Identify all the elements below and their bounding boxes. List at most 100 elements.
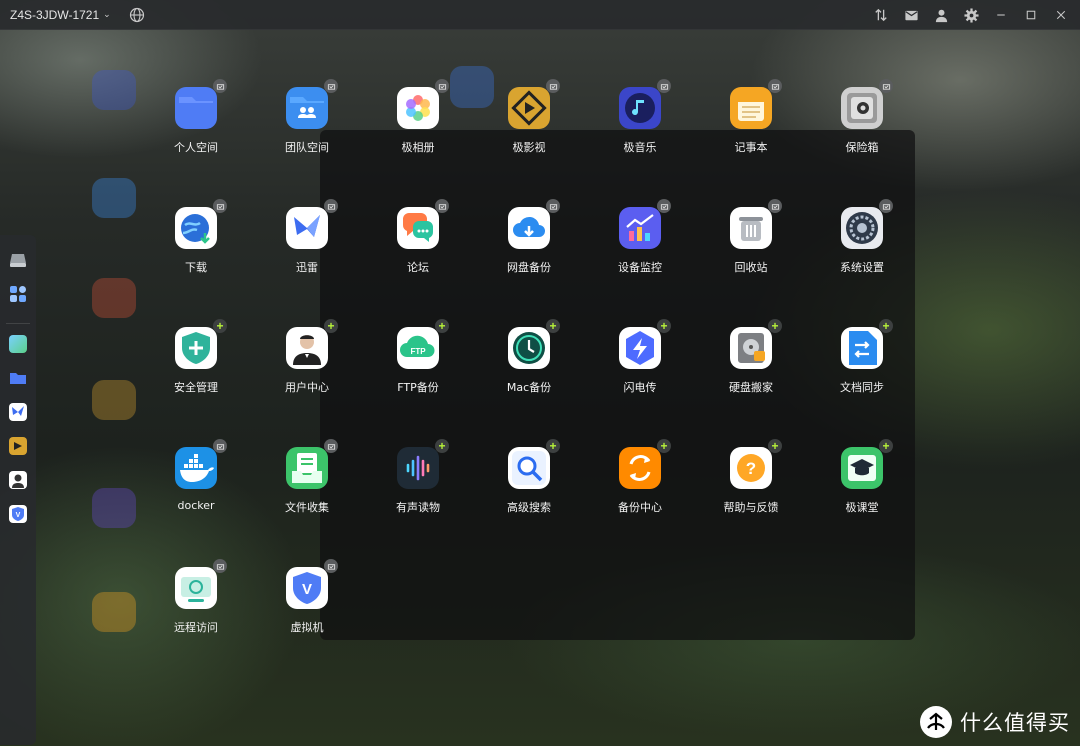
user-icon[interactable]: [932, 6, 950, 24]
installed-badge-icon[interactable]: [879, 79, 893, 93]
installed-badge-icon[interactable]: [879, 199, 893, 213]
add-badge-icon[interactable]: +: [657, 319, 671, 333]
sort-icon[interactable]: [872, 6, 890, 24]
app-label: 闪电传: [623, 381, 657, 394]
photos-icon: [397, 79, 449, 129]
installed-badge-icon[interactable]: [324, 199, 338, 213]
installed-badge-icon[interactable]: [657, 199, 671, 213]
maximize-icon[interactable]: [1022, 6, 1040, 24]
ghost-desktop-icon: [92, 488, 136, 528]
app-tile[interactable]: + 文档同步: [812, 319, 912, 427]
settings-icon[interactable]: [962, 6, 980, 24]
app-tile[interactable]: 极影视: [479, 79, 579, 187]
installed-badge-icon[interactable]: [435, 79, 449, 93]
app-tile[interactable]: + 安全管理: [146, 319, 246, 427]
installed-badge-icon[interactable]: [213, 439, 227, 453]
user-center-icon: +: [286, 319, 338, 369]
add-badge-icon[interactable]: +: [657, 439, 671, 453]
app-tile[interactable]: FTP + FTP备份: [368, 319, 468, 427]
installed-badge-icon[interactable]: [324, 559, 338, 573]
app-label: 论坛: [407, 261, 429, 274]
installed-badge-icon[interactable]: [546, 199, 560, 213]
ghost-desktop-icon: [92, 592, 136, 632]
app-tile[interactable]: 个人空间: [146, 79, 246, 187]
app-tile[interactable]: + 硬盘搬家: [701, 319, 801, 427]
folder-icon[interactable]: [9, 369, 27, 387]
svg-text:V: V: [302, 581, 312, 598]
app-label: 安全管理: [174, 381, 218, 394]
flash-transfer-icon: +: [619, 319, 671, 369]
app-tile[interactable]: 论坛: [368, 199, 468, 307]
add-badge-icon[interactable]: +: [879, 319, 893, 333]
installed-badge-icon[interactable]: [657, 79, 671, 93]
app-tile[interactable]: docker: [146, 439, 246, 547]
app-tile[interactable]: 文件收集: [257, 439, 357, 547]
cloud-backup-icon: [508, 199, 560, 249]
close-icon[interactable]: [1052, 6, 1070, 24]
mail-icon[interactable]: [902, 6, 920, 24]
app-tile[interactable]: + Mac备份: [479, 319, 579, 427]
installed-badge-icon[interactable]: [213, 559, 227, 573]
app-tile[interactable]: + 极课堂: [812, 439, 912, 547]
installed-badge-icon[interactable]: [324, 79, 338, 93]
shield-icon: +: [175, 319, 227, 369]
app-tile[interactable]: 下载: [146, 199, 246, 307]
app-tile[interactable]: 极相册: [368, 79, 468, 187]
app-tile[interactable]: 网盘备份: [479, 199, 579, 307]
add-badge-icon[interactable]: +: [213, 319, 227, 333]
add-badge-icon[interactable]: +: [435, 439, 449, 453]
add-badge-icon[interactable]: +: [879, 439, 893, 453]
photos-icon[interactable]: [9, 335, 27, 353]
app-tile[interactable]: 回收站: [701, 199, 801, 307]
app-grid-icon[interactable]: [9, 285, 27, 303]
app-tile[interactable]: 团队空间: [257, 79, 357, 187]
app-tile[interactable]: + 高级搜索: [479, 439, 579, 547]
add-badge-icon[interactable]: +: [768, 319, 782, 333]
app-label: 极影视: [512, 141, 546, 154]
app-tile[interactable]: 设备监控: [590, 199, 690, 307]
app-tile[interactable]: V 虚拟机: [257, 559, 357, 667]
installed-badge-icon[interactable]: [324, 439, 338, 453]
mac-backup-icon: +: [508, 319, 560, 369]
add-badge-icon[interactable]: +: [435, 319, 449, 333]
app-tile[interactable]: + 闪电传: [590, 319, 690, 427]
vm-icon[interactable]: V: [9, 505, 27, 523]
svg-text:FTP: FTP: [410, 347, 426, 356]
ghost-desktop-icon: [92, 278, 136, 318]
app-tile[interactable]: + 备份中心: [590, 439, 690, 547]
app-tile[interactable]: + 用户中心: [257, 319, 357, 427]
add-badge-icon[interactable]: +: [768, 439, 782, 453]
add-badge-icon[interactable]: +: [546, 439, 560, 453]
minimize-icon[interactable]: [992, 6, 1010, 24]
app-label: 远程访问: [174, 621, 218, 634]
app-tile[interactable]: 保险箱: [812, 79, 912, 187]
app-tile[interactable]: + 有声读物: [368, 439, 468, 547]
user-center-icon[interactable]: [9, 471, 27, 489]
globe-icon[interactable]: [129, 7, 145, 23]
installed-badge-icon[interactable]: [435, 199, 449, 213]
app-tile[interactable]: 系统设置: [812, 199, 912, 307]
folder-icon: [175, 79, 227, 129]
app-tile[interactable]: 记事本: [701, 79, 801, 187]
add-badge-icon[interactable]: +: [324, 319, 338, 333]
app-label: FTP备份: [397, 381, 439, 394]
audiobook-icon: +: [397, 439, 449, 489]
app-tile[interactable]: 远程访问: [146, 559, 246, 667]
installed-badge-icon[interactable]: [213, 199, 227, 213]
installed-badge-icon[interactable]: [768, 79, 782, 93]
file-collect-icon: [286, 439, 338, 489]
app-tile[interactable]: 迅雷: [257, 199, 357, 307]
device-selector[interactable]: Z4S-3JDW-1721 ⌄: [10, 8, 111, 22]
thunder-icon[interactable]: [9, 403, 27, 421]
installed-badge-icon[interactable]: [546, 79, 560, 93]
video-icon[interactable]: [9, 437, 27, 455]
app-label: 极音乐: [623, 141, 657, 154]
team-folder-icon: [286, 79, 338, 129]
installed-badge-icon[interactable]: [768, 199, 782, 213]
installed-badge-icon[interactable]: [213, 79, 227, 93]
app-tile[interactable]: ? + 帮助与反馈: [701, 439, 801, 547]
title-bar: Z4S-3JDW-1721 ⌄: [0, 0, 1080, 30]
app-tile[interactable]: 极音乐: [590, 79, 690, 187]
drive-icon[interactable]: [9, 251, 27, 269]
add-badge-icon[interactable]: +: [546, 319, 560, 333]
